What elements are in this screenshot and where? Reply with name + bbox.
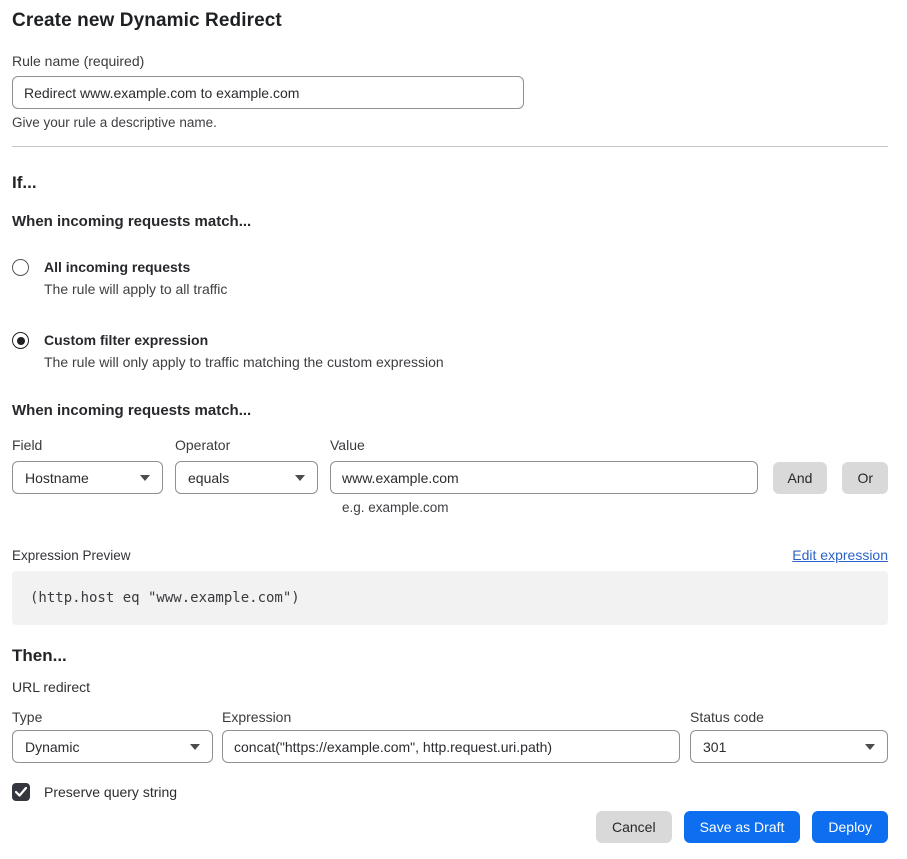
preserve-query-string-option[interactable]: Preserve query string [12, 783, 888, 801]
checkbox-checked-icon[interactable] [12, 783, 30, 801]
then-labels-row: Type Expression Status code [12, 709, 888, 725]
expression-code-text: (http.host eq "www.example.com") [30, 590, 300, 606]
or-button[interactable]: Or [842, 462, 888, 494]
expression-preview-label: Expression Preview [12, 548, 131, 563]
expression-preview-header: Expression Preview Edit expression [12, 547, 888, 563]
radio-all-incoming-requests[interactable]: All incoming requests The rule will appl… [12, 258, 888, 298]
expression-preview-code: (http.host eq "www.example.com") [12, 571, 888, 625]
footer-actions: Cancel Save as Draft Deploy [12, 811, 888, 843]
save-as-draft-button[interactable]: Save as Draft [684, 811, 801, 843]
expression-label: Expression [222, 709, 690, 725]
chevron-down-icon [865, 744, 875, 750]
if-heading: If... [12, 173, 888, 193]
chevron-down-icon [190, 744, 200, 750]
value-label: Value [330, 437, 365, 453]
radio-all-label: All incoming requests [44, 258, 227, 276]
value-help: e.g. example.com [342, 500, 888, 515]
radio-all-description: The rule will apply to all traffic [44, 280, 227, 298]
type-select-value: Dynamic [25, 739, 79, 755]
field-label: Field [12, 437, 175, 453]
chevron-down-icon [140, 475, 150, 481]
operator-select-value: equals [188, 470, 229, 486]
then-controls-row: Dynamic 301 [12, 730, 888, 763]
builder-heading: When incoming requests match... [12, 402, 888, 419]
rule-name-label: Rule name (required) [12, 53, 888, 69]
operator-label: Operator [175, 437, 330, 453]
builder-controls-row: Hostname equals And Or [12, 461, 888, 494]
and-button[interactable]: And [773, 462, 828, 494]
operator-select[interactable]: equals [175, 461, 318, 494]
preserve-query-string-label: Preserve query string [44, 784, 177, 800]
status-code-label: Status code [690, 709, 888, 725]
edit-expression-link[interactable]: Edit expression [792, 547, 888, 563]
radio-unselected-icon[interactable] [12, 259, 29, 276]
match-heading: When incoming requests match... [12, 213, 888, 230]
cancel-button[interactable]: Cancel [596, 811, 672, 843]
status-code-select-value: 301 [703, 739, 726, 755]
chevron-down-icon [295, 475, 305, 481]
then-heading: Then... [12, 646, 888, 666]
rule-name-help: Give your rule a descriptive name. [12, 115, 888, 130]
type-select[interactable]: Dynamic [12, 730, 213, 763]
radio-selected-icon[interactable] [12, 332, 29, 349]
value-input[interactable] [330, 461, 758, 494]
field-select-value: Hostname [25, 470, 89, 486]
field-select[interactable]: Hostname [12, 461, 163, 494]
deploy-button[interactable]: Deploy [812, 811, 888, 843]
type-label: Type [12, 709, 222, 725]
redirect-expression-input[interactable] [222, 730, 680, 763]
status-code-select[interactable]: 301 [690, 730, 888, 763]
section-divider [12, 146, 888, 147]
builder-labels-row: Field Operator Value [12, 437, 888, 453]
check-icon [15, 787, 27, 797]
radio-custom-filter-expression[interactable]: Custom filter expression The rule will o… [12, 331, 888, 371]
url-redirect-label: URL redirect [12, 679, 888, 695]
rule-name-input[interactable] [12, 76, 524, 109]
page-title: Create new Dynamic Redirect [12, 10, 888, 32]
radio-custom-label: Custom filter expression [44, 331, 444, 349]
radio-custom-description: The rule will only apply to traffic matc… [44, 353, 444, 371]
